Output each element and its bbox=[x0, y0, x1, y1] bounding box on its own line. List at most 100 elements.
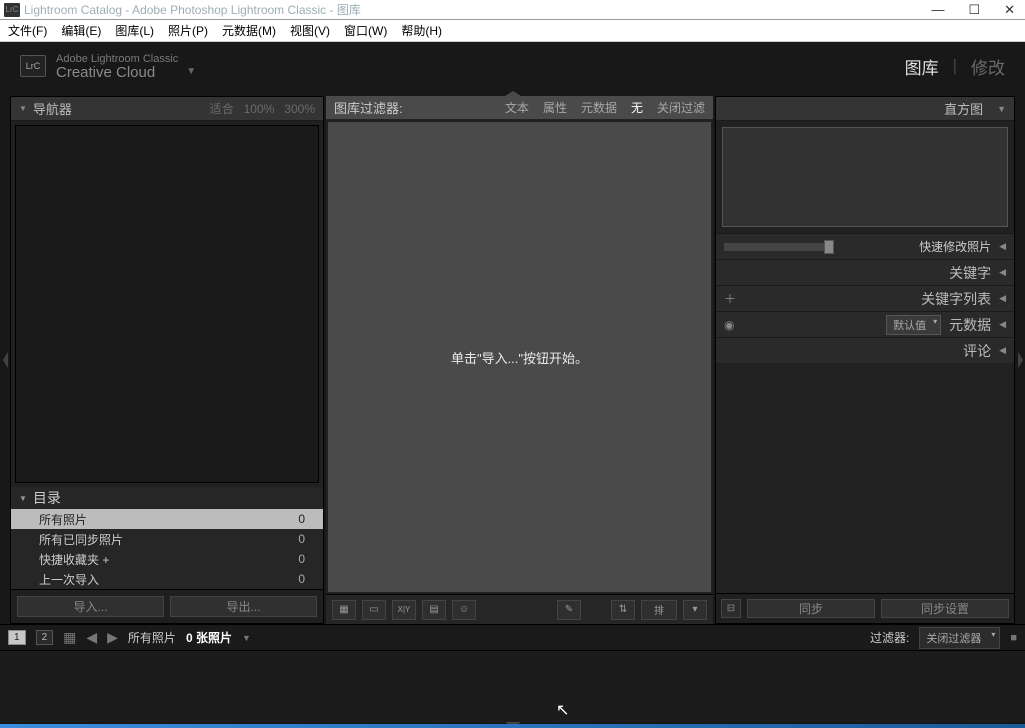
section-title: 关键字列表 bbox=[921, 289, 991, 309]
filter-label: 过滤器: bbox=[870, 629, 909, 646]
menu-help[interactable]: 帮助(H) bbox=[395, 20, 448, 41]
menu-bar: 文件(F) 编辑(E) 图库(L) 照片(P) 元数据(M) 视图(V) 窗口(… bbox=[0, 20, 1025, 42]
library-filter-bar: 图库过滤器: 文本 属性 元数据 无 关闭过滤 bbox=[326, 96, 713, 120]
eye-icon[interactable]: ◉ bbox=[724, 318, 734, 332]
source-dropdown-icon[interactable]: ▼ bbox=[242, 633, 251, 643]
identity-dropdown-icon[interactable]: ▼ bbox=[186, 66, 196, 77]
close-button[interactable]: ✕ bbox=[1004, 2, 1015, 18]
window-title: Lightroom Catalog - Adobe Photoshop Ligh… bbox=[24, 1, 931, 18]
filmstrip-statusbar: 1 2 ▦ ◀ ▶ 所有照片 0 张照片 ▼ 过滤器: 关闭过滤器 ■ bbox=[0, 624, 1025, 650]
module-develop[interactable]: 修改 bbox=[971, 54, 1005, 79]
sort-dropdown[interactable]: 排 bbox=[641, 600, 677, 620]
quickdev-slider[interactable] bbox=[724, 243, 834, 251]
module-separator: | bbox=[953, 56, 957, 76]
grid-icon[interactable]: ▦ bbox=[63, 629, 76, 646]
maximize-button[interactable]: ☐ bbox=[968, 2, 980, 18]
loupe-view-icon[interactable]: ▭ bbox=[362, 600, 386, 620]
filter-none[interactable]: 无 bbox=[631, 99, 643, 116]
lrc-logo-icon: LrC bbox=[20, 55, 46, 77]
filter-text[interactable]: 文本 bbox=[505, 99, 529, 116]
metadata-section[interactable]: ◉ 默认值 元数据◀ bbox=[716, 311, 1014, 337]
catalog-item-count: 0 bbox=[298, 512, 305, 526]
grid-view-icon[interactable]: ▦ bbox=[332, 600, 356, 620]
menu-metadata[interactable]: 元数据(M) bbox=[216, 20, 282, 41]
nav-forward-icon[interactable]: ▶ bbox=[107, 629, 118, 646]
sync-button[interactable]: 同步 bbox=[747, 599, 875, 618]
menu-photo[interactable]: 照片(P) bbox=[162, 20, 214, 41]
painter-icon[interactable]: ✎ bbox=[557, 600, 581, 620]
center-toolbar: ▦ ▭ X|Y ▤ ☺ ✎ ⇅ 排 ▾ bbox=[326, 594, 713, 624]
source-path[interactable]: 所有照片 bbox=[128, 629, 176, 646]
catalog-item-synced[interactable]: 所有已同步照片 0 bbox=[11, 529, 323, 549]
menu-view[interactable]: 视图(V) bbox=[284, 20, 336, 41]
metadata-preset-select[interactable]: 默认值 bbox=[886, 315, 941, 335]
right-panel: 直方图 ▼ 快速修改照片 ◀ 关键字◀ ＋ 关键字列表◀ ◉ 默认值 元数据◀ bbox=[715, 96, 1015, 624]
export-button[interactable]: 导出... bbox=[170, 596, 317, 617]
empty-grid-message: 单击"导入..."按钮开始。 bbox=[451, 348, 588, 367]
keywording-section[interactable]: 关键字◀ bbox=[716, 259, 1014, 285]
window-titlebar: LrC Lightroom Catalog - Adobe Photoshop … bbox=[0, 0, 1025, 20]
center-panel: 图库过滤器: 文本 属性 元数据 无 关闭过滤 单击"导入..."按钮开始。 ▦… bbox=[326, 96, 713, 624]
navigator-preview bbox=[15, 125, 319, 483]
collapse-icon: ▼ bbox=[19, 494, 27, 503]
module-library[interactable]: 图库 bbox=[905, 54, 939, 79]
navigator-header[interactable]: ▼ 导航器 适合 100% 300% bbox=[11, 97, 323, 121]
filter-lock-icon[interactable]: ■ bbox=[1010, 632, 1017, 644]
catalog-item-count: 0 bbox=[298, 552, 305, 566]
catalog-header[interactable]: ▼ 目录 bbox=[11, 487, 323, 509]
menu-edit[interactable]: 编辑(E) bbox=[55, 20, 107, 41]
section-title: 评论 bbox=[963, 341, 991, 361]
catalog-panel: ▼ 目录 所有照片 0 所有已同步照片 0 快捷收藏夹 + 0 bbox=[11, 487, 323, 589]
menu-library[interactable]: 图库(L) bbox=[109, 20, 160, 41]
histogram-display bbox=[722, 127, 1008, 227]
plus-icon[interactable]: ＋ bbox=[724, 290, 736, 307]
left-panel: ▼ 导航器 适合 100% 300% ▼ 目录 所有照片 0 bbox=[10, 96, 324, 624]
filmstrip[interactable] bbox=[0, 650, 1025, 722]
catalog-item-count: 0 bbox=[298, 572, 305, 586]
catalog-item-label: 所有已同步照片 bbox=[39, 531, 123, 548]
filter-attribute[interactable]: 属性 bbox=[543, 99, 567, 116]
zoom-100[interactable]: 100% bbox=[244, 102, 275, 116]
zoom-fit[interactable]: 适合 bbox=[210, 100, 234, 117]
filter-metadata[interactable]: 元数据 bbox=[581, 99, 617, 116]
histogram-header[interactable]: 直方图 ▼ bbox=[716, 97, 1014, 121]
section-title: 关键字 bbox=[949, 263, 991, 283]
catalog-title: 目录 bbox=[33, 488, 61, 508]
filter-preset-select[interactable]: 关闭过滤器 bbox=[919, 627, 1000, 649]
left-panel-toggle[interactable] bbox=[0, 96, 10, 624]
catalog-item-quick-collection[interactable]: 快捷收藏夹 + 0 bbox=[11, 549, 323, 569]
survey-view-icon[interactable]: ▤ bbox=[422, 600, 446, 620]
second-window-button[interactable]: 2 bbox=[36, 630, 54, 645]
catalog-item-previous-import[interactable]: 上一次导入 0 bbox=[11, 569, 323, 589]
keyword-list-section[interactable]: ＋ 关键字列表◀ bbox=[716, 285, 1014, 311]
grid-view[interactable]: 单击"导入..."按钮开始。 bbox=[328, 122, 711, 592]
filter-off[interactable]: 关闭过滤 bbox=[657, 99, 705, 116]
compare-view-icon[interactable]: X|Y bbox=[392, 600, 416, 620]
collapse-icon: ▼ bbox=[19, 104, 27, 113]
collapse-icon: ▼ bbox=[997, 104, 1006, 114]
toolbar-chevron-icon[interactable]: ▾ bbox=[683, 600, 707, 620]
navigator-title: 导航器 bbox=[33, 99, 72, 118]
menu-window[interactable]: 窗口(W) bbox=[338, 20, 393, 41]
catalog-item-all-photos[interactable]: 所有照片 0 bbox=[11, 509, 323, 529]
catalog-item-count: 0 bbox=[298, 532, 305, 546]
import-button[interactable]: 导入... bbox=[17, 596, 164, 617]
histogram-title: 直方图 bbox=[944, 99, 983, 118]
sort-direction-icon[interactable]: ⇅ bbox=[611, 600, 635, 620]
sync-toggle-icon[interactable]: ⊟ bbox=[721, 599, 741, 618]
menu-file[interactable]: 文件(F) bbox=[2, 20, 53, 41]
sync-row: ⊟ 同步 同步设置 bbox=[716, 593, 1014, 623]
quickdev-slider-row: 快速修改照片 ◀ bbox=[716, 233, 1014, 259]
zoom-300[interactable]: 300% bbox=[284, 102, 315, 116]
nav-back-icon[interactable]: ◀ bbox=[86, 629, 97, 646]
people-view-icon[interactable]: ☺ bbox=[452, 600, 476, 620]
brand-line2: Creative Cloud bbox=[56, 66, 178, 80]
catalog-item-label: 上一次导入 bbox=[39, 571, 99, 588]
main-window-button[interactable]: 1 bbox=[8, 630, 26, 645]
section-title: 元数据 bbox=[949, 315, 991, 335]
sync-settings-button[interactable]: 同步设置 bbox=[881, 599, 1009, 618]
minimize-button[interactable]: — bbox=[931, 2, 944, 18]
comments-section[interactable]: 评论◀ bbox=[716, 337, 1014, 363]
catalog-item-label: 快捷收藏夹 + bbox=[39, 551, 109, 568]
right-panel-toggle[interactable] bbox=[1015, 96, 1025, 624]
